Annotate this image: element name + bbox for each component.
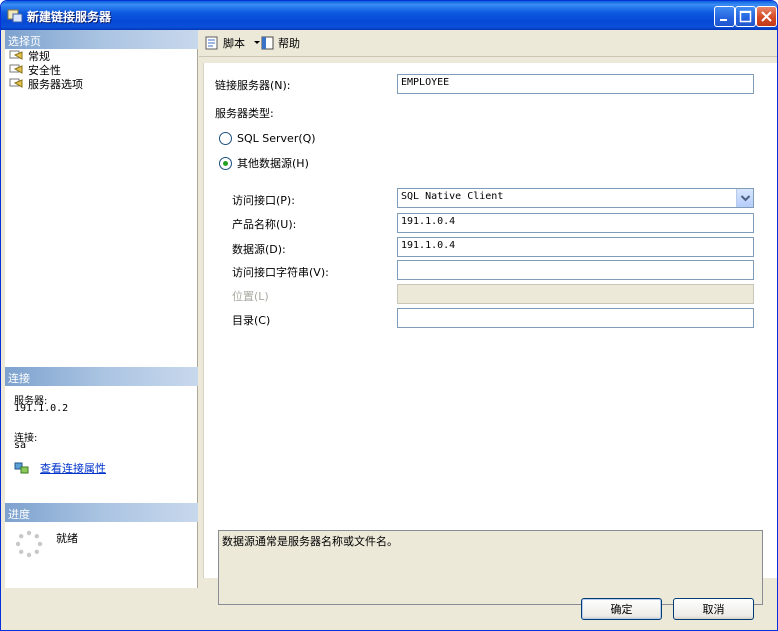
- data-source-input[interactable]: 191.1.0.4: [397, 237, 754, 257]
- close-button[interactable]: [756, 6, 777, 27]
- progress-spinner-icon: [15, 530, 43, 558]
- script-icon: [205, 36, 218, 50]
- script-button[interactable]: 脚本: [204, 35, 261, 51]
- server-value: 191.1.0.2: [14, 403, 69, 414]
- radio-other-label: 其他数据源(H): [237, 157, 309, 170]
- page-item-label: 服务器选项: [28, 78, 83, 91]
- page-item-server-options[interactable]: 服务器选项: [9, 77, 83, 91]
- catalog-label: 目录(C): [232, 314, 271, 327]
- location-label: 位置(L): [232, 290, 269, 303]
- progress-header: 进度: [5, 503, 198, 522]
- select-page-header: 选择页: [5, 30, 198, 49]
- help-label: 帮助: [278, 37, 300, 50]
- linked-server-input[interactable]: EMPLOYEE: [397, 74, 754, 94]
- script-label: 脚本: [223, 37, 245, 50]
- help-button[interactable]: 帮助: [261, 35, 300, 51]
- maximize-icon: [739, 10, 752, 23]
- chevron-down-icon: [740, 195, 751, 202]
- cancel-button[interactable]: 取消: [673, 598, 754, 620]
- provider-string-label: 访问接口字符串(V):: [232, 266, 329, 279]
- product-name-label: 产品名称(U):: [232, 218, 297, 231]
- connection-header: 连接: [5, 367, 198, 386]
- close-icon: [761, 11, 772, 22]
- location-input: [397, 284, 754, 304]
- radio-selected-dot: [223, 160, 228, 166]
- radio-sql-server[interactable]: SQL Server(Q): [219, 132, 316, 145]
- page-icon: [9, 50, 23, 60]
- provider-value: SQL Native Client: [401, 191, 504, 202]
- radio-sql-server-label: SQL Server(Q): [237, 132, 316, 145]
- page-icon: [9, 64, 23, 74]
- maximize-button[interactable]: [735, 6, 756, 27]
- catalog-input[interactable]: [397, 308, 754, 328]
- main-panel: 脚本 帮助 链接服务器(N): EMPLOYEE 服务器类型: SQL Serv…: [199, 30, 777, 605]
- description-box: 数据源通常是服务器名称或文件名。: [218, 530, 763, 605]
- provider-select[interactable]: SQL Native Client: [397, 188, 754, 208]
- page-item-general[interactable]: 常规: [9, 49, 50, 63]
- dialog-window: 新建链接服务器 选择页 常规 安全性 服务器选项 连接 服务器: 191.1.0…: [0, 0, 778, 631]
- minimize-icon: [720, 19, 727, 21]
- page-item-security[interactable]: 安全性: [9, 63, 61, 77]
- page-icon: [9, 78, 23, 88]
- linked-server-label: 链接服务器(N):: [215, 79, 291, 92]
- toolbar: 脚本 帮助: [199, 30, 777, 57]
- provider-string-input[interactable]: [397, 260, 754, 280]
- provider-label: 访问接口(P):: [232, 194, 295, 207]
- form-area: 链接服务器(N): EMPLOYEE 服务器类型: SQL Server(Q) …: [203, 63, 777, 605]
- radio-circle[interactable]: [219, 156, 232, 170]
- progress-status: 就绪: [56, 532, 78, 545]
- view-connection-properties-row[interactable]: 查看连接属性: [14, 460, 106, 476]
- radio-circle[interactable]: [219, 132, 232, 145]
- radio-other-data-source[interactable]: 其他数据源(H): [219, 155, 309, 171]
- help-icon: [261, 36, 274, 50]
- provider-dropdown-button[interactable]: [736, 189, 753, 207]
- connection-properties-icon: [14, 462, 29, 474]
- left-panel: 选择页 常规 安全性 服务器选项 连接 服务器: 191.1.0.2 连接: s…: [5, 30, 198, 588]
- product-name-input[interactable]: 191.1.0.4: [397, 213, 754, 233]
- server-type-label: 服务器类型:: [215, 107, 274, 120]
- ok-button[interactable]: 确定: [581, 598, 662, 620]
- minimize-button[interactable]: [714, 6, 735, 27]
- data-source-label: 数据源(D):: [232, 243, 286, 256]
- window-title: 新建链接服务器: [27, 10, 112, 24]
- connection-value: sa: [14, 440, 27, 451]
- chevron-down-icon[interactable]: [253, 40, 261, 46]
- linked-server-icon: [7, 9, 23, 23]
- view-connection-properties-link[interactable]: 查看连接属性: [40, 460, 106, 476]
- title-bar[interactable]: 新建链接服务器: [1, 1, 777, 30]
